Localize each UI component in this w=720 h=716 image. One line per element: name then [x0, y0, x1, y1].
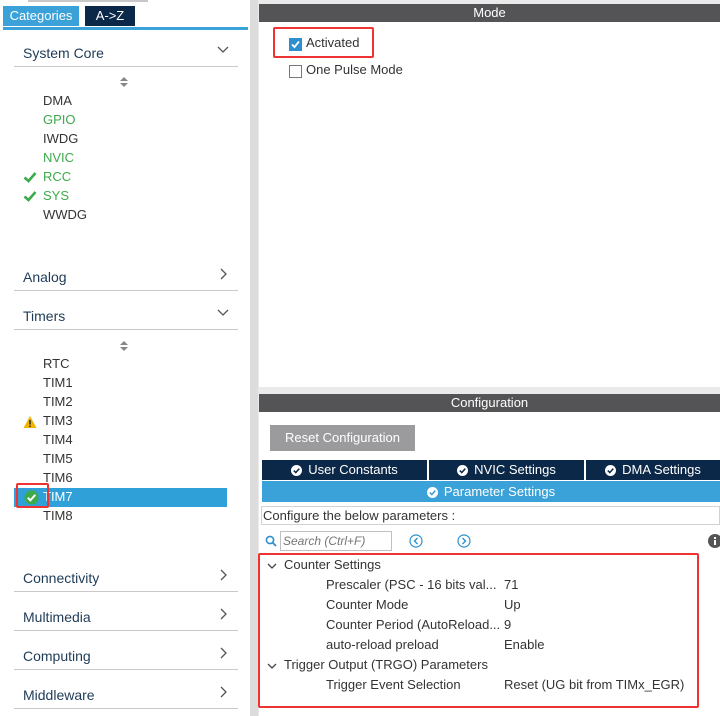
search-input[interactable] — [280, 531, 392, 551]
search-icon — [265, 535, 277, 547]
category-label: Multimedia — [23, 609, 91, 625]
info-icon[interactable] — [708, 534, 720, 548]
list-item-nvic[interactable]: NVIC — [43, 149, 74, 167]
check-circle-icon — [291, 465, 303, 476]
chevron-right-icon — [220, 647, 227, 659]
tab-underline — [3, 27, 248, 30]
panel-top-divider — [28, 0, 148, 2]
category-label: Computing — [23, 648, 91, 664]
category-system-core[interactable]: System Core — [14, 40, 238, 67]
category-label: Connectivity — [23, 570, 100, 586]
tab-user-constants[interactable]: User Constants — [262, 460, 427, 480]
chevron-right-icon — [220, 569, 227, 581]
check-circle-icon — [457, 465, 469, 476]
chevron-down-icon — [217, 46, 229, 53]
tab-label: NVIC Settings — [474, 462, 556, 477]
scroll-arrows-icon[interactable] — [119, 340, 129, 352]
list-item-dma[interactable]: DMA — [43, 92, 72, 110]
list-item-tim8[interactable]: TIM8 — [43, 507, 73, 525]
one-pulse-mode-label: One Pulse Mode — [306, 62, 403, 77]
tab-nvic-settings[interactable]: NVIC Settings — [429, 460, 584, 480]
category-label: Analog — [23, 269, 67, 285]
tab-label: DMA Settings — [622, 462, 701, 477]
tab-categories[interactable]: Categories — [3, 6, 79, 26]
category-label: Middleware — [23, 687, 95, 703]
list-item-tim3[interactable]: TIM3 — [43, 412, 73, 430]
configuration-title: Configuration — [259, 394, 720, 412]
category-multimedia[interactable]: Multimedia — [14, 604, 238, 631]
list-item-iwdg[interactable]: IWDG — [43, 130, 78, 148]
list-item-rcc[interactable]: RCC — [43, 168, 71, 186]
highlight-box — [258, 553, 699, 708]
panel-splitter[interactable] — [250, 0, 258, 716]
tab-label: Parameter Settings — [443, 484, 556, 499]
list-item-sys[interactable]: SYS — [43, 187, 69, 205]
list-item-rtc[interactable]: RTC — [43, 355, 69, 373]
chevron-right-icon — [220, 608, 227, 620]
list-item-tim5[interactable]: TIM5 — [43, 450, 73, 468]
list-item-tim4[interactable]: TIM4 — [43, 431, 73, 449]
next-icon[interactable] — [457, 534, 471, 548]
scroll-arrows-icon[interactable] — [119, 76, 129, 88]
mode-title: Mode — [259, 4, 720, 22]
chevron-right-icon — [220, 268, 227, 280]
check-icon — [23, 191, 37, 202]
list-item-gpio[interactable]: GPIO — [43, 111, 76, 129]
list-item-tim2[interactable]: TIM2 — [43, 393, 73, 411]
chevron-down-icon — [217, 309, 229, 316]
tab-a-to-z[interactable]: A->Z — [85, 6, 135, 26]
reset-configuration-button[interactable]: Reset Configuration — [270, 425, 415, 451]
check-circle-icon — [426, 487, 438, 498]
check-circle-icon — [605, 465, 617, 476]
previous-icon[interactable] — [409, 534, 423, 548]
warning-icon — [23, 416, 37, 428]
highlight-box — [273, 27, 374, 58]
list-item-wwdg[interactable]: WWDG — [43, 206, 87, 224]
category-computing[interactable]: Computing — [14, 643, 238, 670]
one-pulse-mode-checkbox[interactable] — [289, 65, 302, 78]
category-label: System Core — [23, 45, 104, 61]
tab-parameter-settings[interactable]: Parameter Settings — [262, 481, 720, 502]
category-middleware[interactable]: Middleware — [14, 682, 238, 709]
chevron-right-icon — [220, 686, 227, 698]
category-timers[interactable]: Timers — [14, 303, 238, 330]
list-item-tim1[interactable]: TIM1 — [43, 374, 73, 392]
configure-description: Configure the below parameters : — [261, 506, 720, 525]
category-connectivity[interactable]: Connectivity — [14, 565, 238, 592]
tab-label: User Constants — [308, 462, 398, 477]
category-analog[interactable]: Analog — [14, 264, 238, 291]
highlight-box — [16, 483, 49, 508]
check-icon — [23, 172, 37, 183]
category-label: Timers — [23, 308, 66, 324]
tab-dma-settings[interactable]: DMA Settings — [586, 460, 720, 480]
